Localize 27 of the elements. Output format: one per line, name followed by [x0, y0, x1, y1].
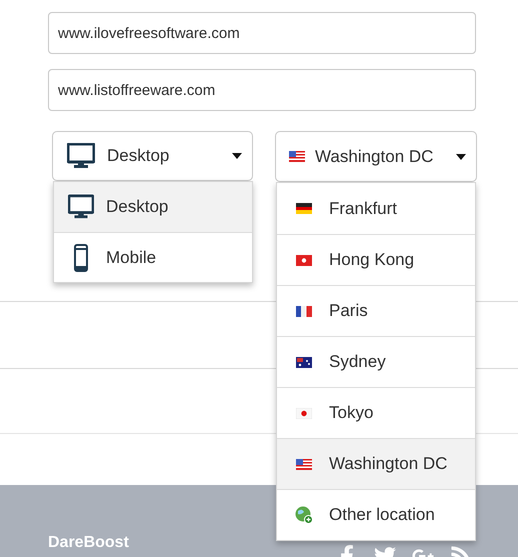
- device-select[interactable]: Desktop: [52, 131, 253, 181]
- menu-item[interactable]: Washington DC: [277, 438, 475, 489]
- phone-icon: [74, 244, 88, 272]
- menu-item[interactable]: Paris: [277, 285, 475, 336]
- menu-item[interactable]: Desktop: [54, 182, 252, 232]
- flag-icon: [296, 254, 312, 266]
- monitor-icon: [68, 194, 94, 220]
- location-select[interactable]: Washington DC: [275, 131, 477, 182]
- flag-icon: [289, 151, 305, 162]
- flag-icon: [296, 356, 312, 368]
- globe-icon: [295, 506, 313, 524]
- menu-item[interactable]: Mobile: [54, 232, 252, 282]
- monitor-icon: [67, 143, 95, 169]
- menu-item[interactable]: Other location: [277, 489, 475, 540]
- brand-name: DareBoost: [48, 533, 129, 553]
- url-field[interactable]: www.ilovefreesoftware.com: [48, 12, 476, 54]
- flag-icon: [296, 458, 312, 470]
- flag-icon: [296, 408, 312, 418]
- flag-icon: [296, 306, 312, 316]
- flag-icon: [296, 203, 312, 214]
- caret-icon: [232, 153, 242, 159]
- menu-item[interactable]: Sydney: [277, 336, 475, 387]
- menu-item[interactable]: Hong Kong: [277, 234, 475, 285]
- menu-item[interactable]: Tokyo: [277, 387, 475, 438]
- url-field[interactable]: www.listoffreeware.com: [48, 69, 476, 111]
- menu-item[interactable]: Frankfurt: [277, 183, 475, 234]
- caret-icon: [456, 154, 466, 160]
